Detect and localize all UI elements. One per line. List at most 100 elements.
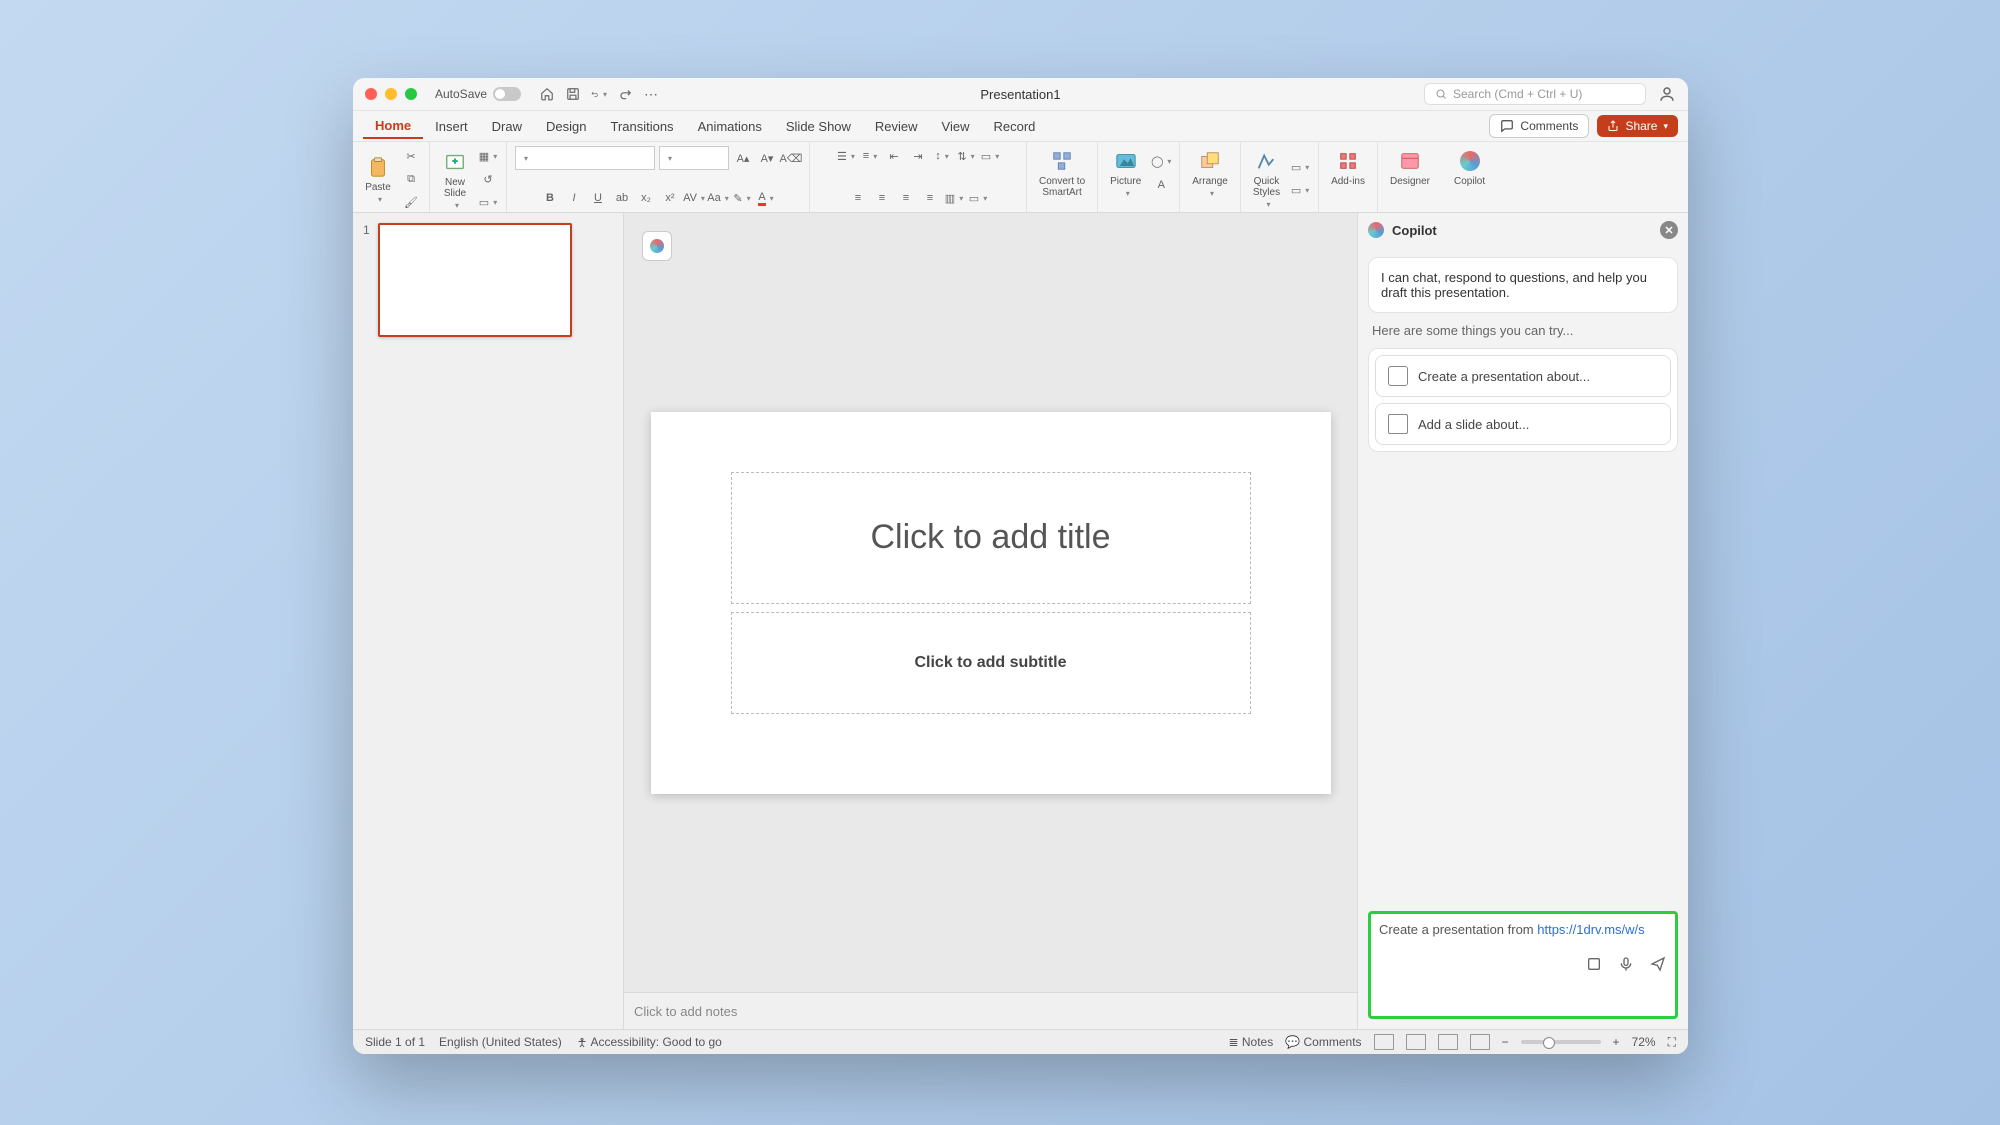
status-language[interactable]: English (United States) <box>439 1035 562 1049</box>
search-input[interactable]: Search (Cmd + Ctrl + U) <box>1424 83 1646 105</box>
addins-button[interactable]: Add-ins <box>1327 146 1369 189</box>
columns-icon[interactable]: ▥ <box>944 188 964 208</box>
justify-icon[interactable]: ≡ <box>920 188 940 208</box>
tab-animations[interactable]: Animations <box>686 115 774 138</box>
reset-slide-icon[interactable]: ↺ <box>478 169 498 189</box>
font-size-select[interactable] <box>659 146 729 170</box>
send-icon[interactable] <box>1649 955 1667 973</box>
suggestion-add-slide[interactable]: Add a slide about... <box>1375 403 1671 445</box>
slide-canvas[interactable]: Click to add title Click to add subtitle <box>624 213 1357 992</box>
title-placeholder[interactable]: Click to add title <box>731 472 1251 604</box>
status-notes[interactable]: ≣ Notes <box>1228 1035 1273 1049</box>
more-icon[interactable]: ⋯ <box>643 86 659 102</box>
align-text-icon[interactable]: ▭ <box>980 146 1000 166</box>
copilot-button[interactable]: Copilot <box>1450 146 1489 189</box>
save-icon[interactable] <box>565 86 581 102</box>
normal-view-icon[interactable] <box>1374 1034 1394 1050</box>
mic-icon[interactable] <box>1617 955 1635 973</box>
copilot-input[interactable]: Create a presentation from https://1drv.… <box>1368 911 1678 1019</box>
change-case-icon[interactable]: Aa <box>708 188 728 208</box>
autosave-toggle[interactable] <box>493 87 521 101</box>
numbering-icon[interactable]: ≡ <box>860 146 880 166</box>
arrange-button[interactable]: Arrange <box>1188 146 1232 200</box>
shapes-icon[interactable]: ◯ <box>1151 152 1171 172</box>
zoom-level[interactable]: 72% <box>1632 1035 1656 1049</box>
font-color-icon[interactable]: A <box>756 188 776 208</box>
close-icon[interactable]: ✕ <box>1660 221 1678 239</box>
char-spacing-icon[interactable]: AV <box>684 188 704 208</box>
attach-icon[interactable] <box>1585 955 1603 973</box>
tab-transitions[interactable]: Transitions <box>598 115 685 138</box>
status-accessibility[interactable]: Accessibility: Good to go <box>576 1035 722 1049</box>
share-people-icon[interactable] <box>1658 85 1676 103</box>
slide[interactable]: Click to add title Click to add subtitle <box>651 412 1331 794</box>
tab-record[interactable]: Record <box>982 115 1048 138</box>
zoom-out-icon[interactable]: − <box>1502 1035 1509 1049</box>
line-spacing-icon[interactable]: ↕ <box>932 146 952 166</box>
subtitle-placeholder[interactable]: Click to add subtitle <box>731 612 1251 714</box>
convert-smartart-button[interactable]: Convert to SmartArt <box>1035 146 1089 200</box>
strike-icon[interactable]: ab <box>612 188 632 208</box>
text-box-icon[interactable]: A <box>1151 175 1171 195</box>
ribbon-tabs: Home Insert Draw Design Transitions Anim… <box>353 111 1688 142</box>
zoom-in-icon[interactable]: + <box>1613 1035 1620 1049</box>
share-button[interactable]: Share ▾ <box>1597 115 1678 137</box>
slide-thumb-1[interactable]: 1 <box>363 223 613 337</box>
indent-icon[interactable]: ⇥ <box>908 146 928 166</box>
redo-icon[interactable] <box>617 86 633 102</box>
bold-icon[interactable]: B <box>540 188 560 208</box>
tab-design[interactable]: Design <box>534 115 598 138</box>
status-comments[interactable]: 💬 Comments <box>1285 1035 1361 1049</box>
superscript-icon[interactable]: x² <box>660 188 680 208</box>
font-family-select[interactable] <box>515 146 655 170</box>
tab-draw[interactable]: Draw <box>480 115 534 138</box>
format-painter-icon[interactable]: 🖌 <box>401 192 421 212</box>
layout-icon[interactable]: ▦ <box>478 146 498 166</box>
shape-outline-icon[interactable]: ▭ <box>1290 180 1310 200</box>
fullscreen-window-icon[interactable] <box>405 88 417 100</box>
clear-format-icon[interactable]: A⌫ <box>781 148 801 168</box>
copilot-float-icon[interactable] <box>642 231 672 261</box>
suggestion-create-presentation[interactable]: Create a presentation about... <box>1375 355 1671 397</box>
tab-home[interactable]: Home <box>363 114 423 139</box>
slideshow-view-icon[interactable] <box>1470 1034 1490 1050</box>
reading-view-icon[interactable] <box>1438 1034 1458 1050</box>
tab-view[interactable]: View <box>930 115 982 138</box>
sorter-view-icon[interactable] <box>1406 1034 1426 1050</box>
copilot-ribbon-button[interactable] <box>1406 146 1414 150</box>
smartart-icon[interactable]: ▭ <box>968 188 988 208</box>
paste-button[interactable]: Paste <box>361 152 395 206</box>
close-window-icon[interactable] <box>365 88 377 100</box>
shape-fill-icon[interactable]: ▭ <box>1290 157 1310 177</box>
text-direction-icon[interactable]: ⇅ <box>956 146 976 166</box>
copy-icon[interactable]: ⧉ <box>401 169 421 189</box>
highlight-icon[interactable]: ✎ <box>732 188 752 208</box>
outdent-icon[interactable]: ⇤ <box>884 146 904 166</box>
picture-button[interactable]: Picture <box>1106 146 1145 200</box>
subscript-icon[interactable]: x₂ <box>636 188 656 208</box>
font-shrink-icon[interactable]: A▾ <box>757 148 777 168</box>
align-center-icon[interactable]: ≡ <box>872 188 892 208</box>
section-icon[interactable]: ▭ <box>478 192 498 212</box>
tab-slide-show[interactable]: Slide Show <box>774 115 863 138</box>
tab-review[interactable]: Review <box>863 115 930 138</box>
fit-window-icon[interactable]: ⛶ <box>1668 1035 1676 1050</box>
align-right-icon[interactable]: ≡ <box>896 188 916 208</box>
align-left-icon[interactable]: ≡ <box>848 188 868 208</box>
comments-button[interactable]: Comments <box>1489 114 1589 138</box>
minimize-window-icon[interactable] <box>385 88 397 100</box>
undo-icon[interactable] <box>591 86 607 102</box>
quick-styles-button[interactable]: Quick Styles <box>1249 146 1284 211</box>
home-icon[interactable] <box>539 86 555 102</box>
new-slide-button[interactable]: New Slide <box>438 147 472 212</box>
notes-input[interactable]: Click to add notes <box>624 992 1357 1029</box>
thumbnail[interactable] <box>378 223 572 337</box>
underline-icon[interactable]: U <box>588 188 608 208</box>
italic-icon[interactable]: I <box>564 188 584 208</box>
zoom-slider[interactable] <box>1521 1040 1601 1044</box>
designer-button[interactable]: Designer <box>1386 146 1434 189</box>
font-grow-icon[interactable]: A▴ <box>733 148 753 168</box>
tab-insert[interactable]: Insert <box>423 115 480 138</box>
cut-icon[interactable]: ✂ <box>401 146 421 166</box>
bullets-icon[interactable]: ☰ <box>836 146 856 166</box>
